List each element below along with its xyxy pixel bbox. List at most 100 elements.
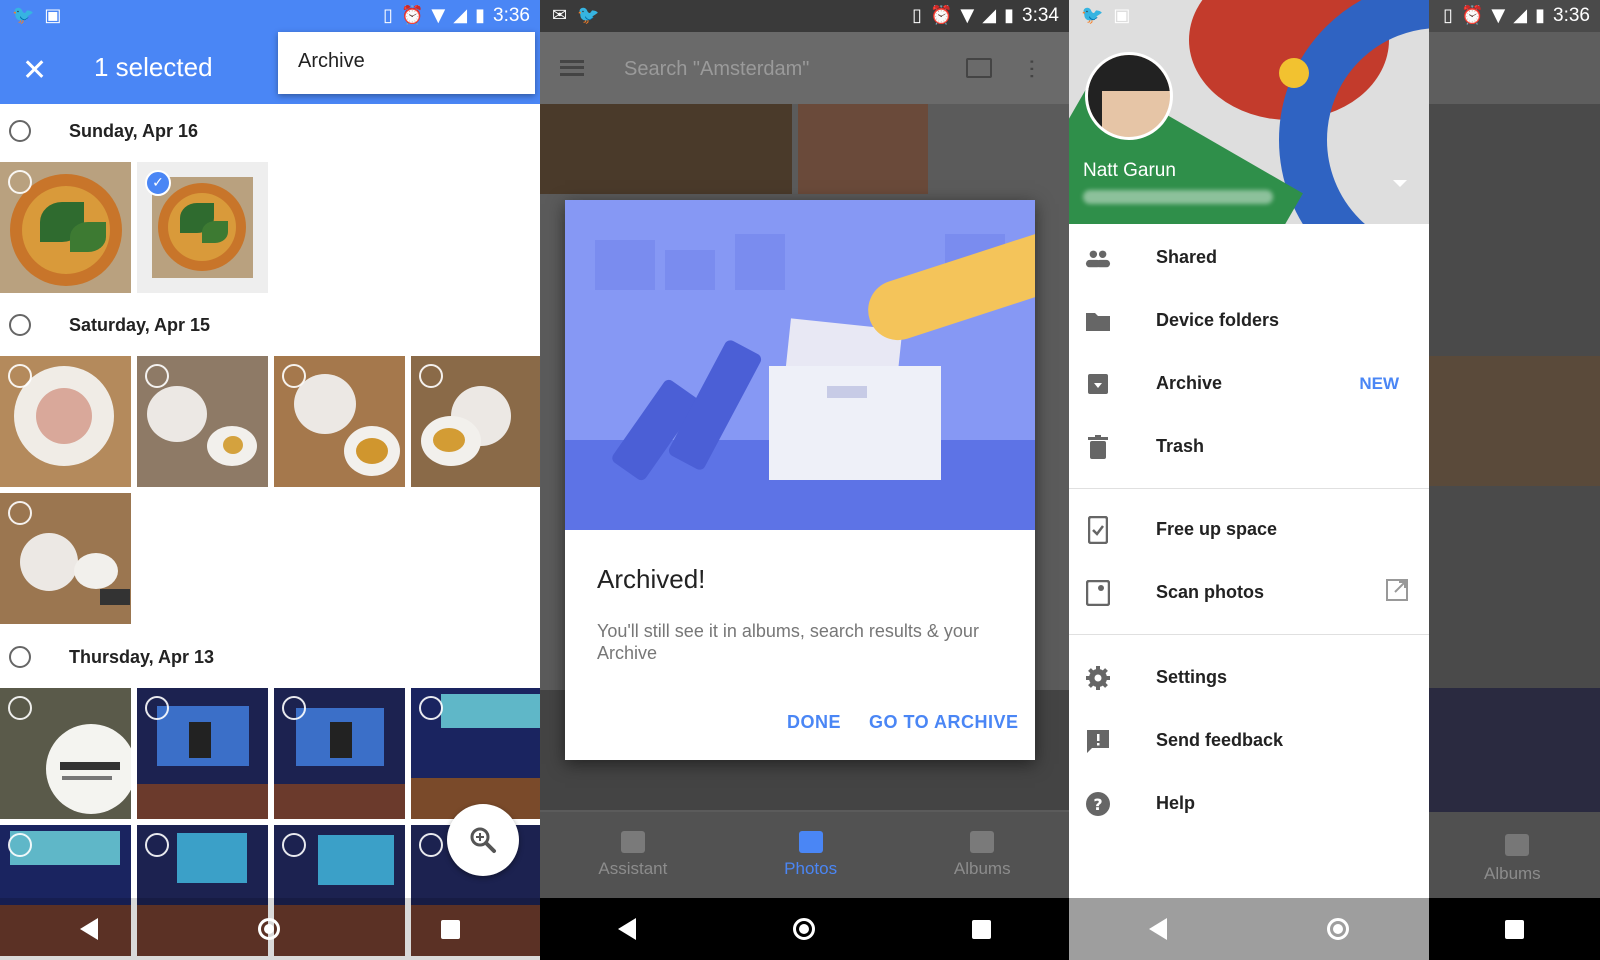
select-circle[interactable] xyxy=(282,364,306,388)
signal-icon: ◢ xyxy=(982,5,997,26)
select-circle[interactable] xyxy=(8,170,32,194)
home-icon[interactable] xyxy=(258,918,281,940)
go-to-archive-button[interactable]: GO TO ARCHIVE xyxy=(869,712,1019,733)
back-icon[interactable] xyxy=(80,918,99,940)
photo-thumbnail[interactable] xyxy=(0,688,131,819)
drawer-item-settings[interactable]: Settings xyxy=(1069,646,1429,709)
tab-assistant[interactable]: Assistant xyxy=(598,831,667,879)
select-circle[interactable] xyxy=(282,696,306,720)
system-nav-bar xyxy=(0,898,540,960)
menu-icon[interactable] xyxy=(560,60,584,76)
drawer-item-help[interactable]: ? Help xyxy=(1069,772,1429,835)
search-input[interactable]: Search "Amsterdam" xyxy=(624,58,809,81)
photo-thumbnail[interactable] xyxy=(0,493,131,624)
drawer-item-label: Help xyxy=(1156,793,1196,813)
twitter-icon: 🐦 xyxy=(577,5,600,26)
drawer-item-free-up-space[interactable]: Free up space xyxy=(1069,498,1429,561)
select-circle[interactable] xyxy=(282,833,306,857)
select-circle[interactable] xyxy=(145,696,169,720)
divider xyxy=(1069,634,1429,635)
drawer-item-send-feedback[interactable]: Send feedback xyxy=(1069,709,1429,772)
photo-thumbnail[interactable] xyxy=(0,162,131,293)
recents-icon[interactable] xyxy=(1505,919,1524,939)
system-nav-bar xyxy=(540,898,1069,960)
feedback-icon xyxy=(1085,728,1111,754)
status-time: 3:36 xyxy=(1553,5,1590,26)
background-photo xyxy=(1429,688,1600,818)
select-circle[interactable] xyxy=(145,364,169,388)
drawer-item-label: Shared xyxy=(1156,247,1218,267)
drawer-item-scan-photos[interactable]: Scan photos xyxy=(1069,561,1429,624)
select-circle[interactable] xyxy=(8,501,32,525)
back-icon[interactable] xyxy=(618,918,637,940)
select-day-radio[interactable] xyxy=(9,120,31,142)
drawer-item-archive[interactable]: Archive NEW xyxy=(1069,352,1429,415)
select-circle[interactable] xyxy=(419,364,443,388)
background-photo xyxy=(1429,356,1600,486)
recents-icon[interactable] xyxy=(971,919,991,939)
done-button[interactable]: DONE xyxy=(787,712,841,733)
folder-icon xyxy=(1085,308,1111,334)
select-circle[interactable] xyxy=(419,696,443,720)
photo-thumbnail[interactable] xyxy=(411,356,540,487)
select-circle[interactable] xyxy=(419,833,443,857)
background-photo xyxy=(798,104,928,194)
image-icon: ▣ xyxy=(1113,5,1131,26)
drawer-item-device-folders[interactable]: Device folders xyxy=(1069,289,1429,352)
select-circle[interactable] xyxy=(145,833,169,857)
photo-thumbnail[interactable] xyxy=(274,688,405,819)
select-day-radio[interactable] xyxy=(9,314,31,336)
drawer-item-label: Trash xyxy=(1156,436,1205,456)
account-header: 🐦 ▣ Natt Garun xyxy=(1069,0,1429,224)
status-time: 3:36 xyxy=(493,5,530,26)
home-icon[interactable] xyxy=(792,918,815,940)
tab-label: Albums xyxy=(1484,864,1541,883)
battery-icon: ▮ xyxy=(475,5,486,26)
cast-icon[interactable] xyxy=(966,58,992,78)
tab-photos[interactable]: Photos xyxy=(784,831,837,879)
avatar[interactable] xyxy=(1085,52,1173,140)
drawer-item-label: Free up space xyxy=(1156,519,1278,539)
photo-thumbnail[interactable] xyxy=(137,356,268,487)
recents-icon[interactable] xyxy=(440,919,460,939)
trash-icon xyxy=(1085,434,1111,460)
dialog-title: Archived! xyxy=(597,564,706,594)
photo-thumbnail[interactable] xyxy=(411,688,540,819)
photo-thumbnail[interactable] xyxy=(0,356,131,487)
status-bar-right: ▯ ⏰ ▼ ◢ ▮ 3:36 xyxy=(1409,0,1600,32)
tab-albums[interactable]: Albums xyxy=(954,831,1011,879)
archive-menu-item[interactable]: Archive xyxy=(278,32,535,94)
status-bar: ✉ 🐦 ▯ ⏰ ▼ ◢ ▮ 3:34 xyxy=(540,0,1069,32)
drawer-item-label: Send feedback xyxy=(1156,730,1284,750)
navigation-drawer: 🐦 ▣ Natt Garun Shared Device folders Arc… xyxy=(1069,0,1429,960)
select-circle[interactable] xyxy=(8,696,32,720)
svg-text:?: ? xyxy=(1093,795,1102,814)
twitter-icon: 🐦 xyxy=(12,5,35,26)
drawer-item-shared[interactable]: Shared xyxy=(1069,226,1429,289)
checkmark-icon[interactable]: ✓ xyxy=(145,170,171,196)
select-circle[interactable] xyxy=(8,833,32,857)
back-icon[interactable] xyxy=(1149,918,1167,940)
albums-icon xyxy=(970,831,995,853)
chevron-down-icon[interactable] xyxy=(1393,180,1407,187)
battery-icon: ▮ xyxy=(1535,5,1546,26)
date-label: Sunday, Apr 16 xyxy=(69,120,199,141)
zoom-button[interactable] xyxy=(447,804,519,876)
search-bar[interactable]: Search "Amsterdam" ⋯ xyxy=(540,32,1069,104)
select-day-radio[interactable] xyxy=(9,646,31,668)
photo-thumbnail[interactable] xyxy=(274,356,405,487)
drawer-item-trash[interactable]: Trash xyxy=(1069,415,1429,478)
more-vert-icon[interactable]: ⋯ xyxy=(1019,58,1044,80)
photo-thumbnail-selected[interactable]: ✓ xyxy=(137,162,268,293)
photo-thumbnail[interactable] xyxy=(137,688,268,819)
divider xyxy=(1069,488,1429,489)
status-bar: 🐦 ▣ ▯ ⏰ ▼ ◢ ▮ 3:36 xyxy=(0,0,540,32)
home-icon[interactable] xyxy=(1327,918,1349,940)
date-header[interactable]: Saturday, Apr 15 xyxy=(0,300,210,350)
select-circle[interactable] xyxy=(8,364,32,388)
date-header[interactable]: Thursday, Apr 13 xyxy=(0,632,214,682)
alarm-icon: ⏰ xyxy=(401,5,424,26)
albums-icon xyxy=(1505,834,1529,856)
date-header[interactable]: Sunday, Apr 16 xyxy=(0,106,198,156)
close-icon[interactable]: ✕ xyxy=(22,56,47,86)
